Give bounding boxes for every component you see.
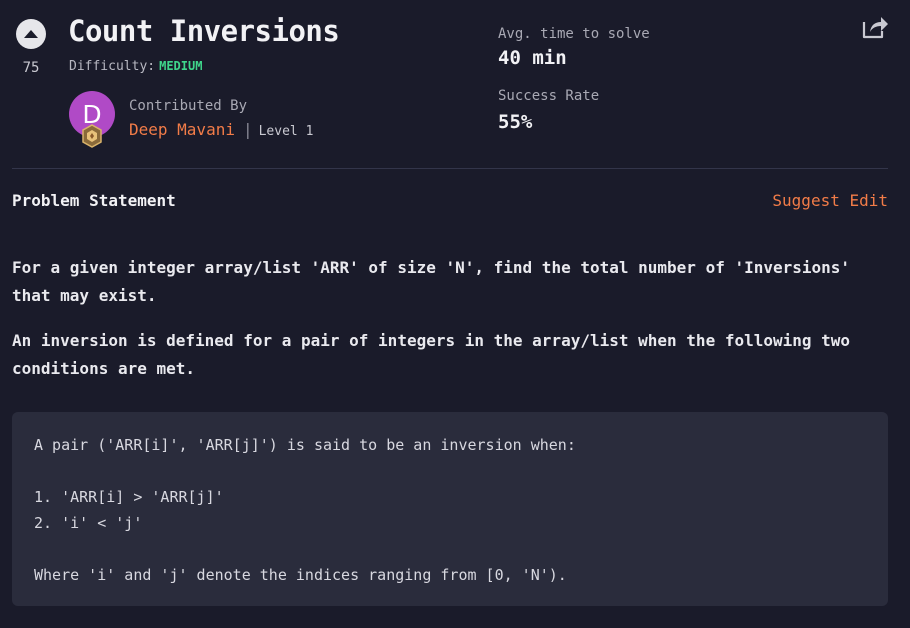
level-badge-icon	[82, 124, 102, 148]
avg-time-label: Avg. time to solve	[498, 26, 650, 42]
upvote-button[interactable]	[16, 19, 46, 49]
success-rate-label: Success Rate	[498, 88, 600, 104]
difficulty-value: MEDIUM	[159, 59, 203, 73]
statement-paragraph-1: For a given integer array/list 'ARR' of …	[12, 258, 851, 305]
contributor-level: Level 1	[258, 124, 314, 139]
difficulty-label: Difficulty:	[69, 59, 156, 74]
code-line: 1. 'ARR[i] > 'ARR[j]'	[34, 488, 224, 506]
contributor-avatar[interactable]: D	[69, 91, 117, 148]
contributor-separator: |	[242, 120, 253, 139]
suggest-edit-link[interactable]: Suggest Edit	[772, 191, 888, 210]
avg-time-value: 40 min	[498, 47, 567, 69]
success-rate-value: 55%	[498, 111, 533, 133]
problem-page: 75 Count Inversions Difficulty: MEDIUM D …	[0, 0, 910, 628]
share-button[interactable]	[861, 14, 889, 40]
share-icon	[862, 17, 888, 39]
contributor-info: Deep Mavani | Level 1	[129, 120, 313, 139]
definition-code-block: A pair ('ARR[i]', 'ARR[j]') is said to b…	[12, 412, 888, 606]
problem-statement-heading: Problem Statement	[12, 191, 176, 210]
difficulty: Difficulty: MEDIUM	[69, 59, 202, 74]
upvote-arrow-icon	[24, 30, 38, 38]
contributor-name-link[interactable]: Deep Mavani	[129, 120, 235, 139]
code-line: Where 'i' and 'j' denote the indices ran…	[34, 566, 567, 584]
problem-title: Count Inversions	[68, 14, 340, 48]
code-line: 2. 'i' < 'j'	[34, 514, 143, 532]
statement-paragraph-2: An inversion is defined for a pair of in…	[12, 331, 851, 378]
vote-count: 75	[22, 60, 40, 76]
code-line: A pair ('ARR[i]', 'ARR[j]') is said to b…	[34, 436, 576, 454]
contributed-by-label: Contributed By	[129, 98, 248, 114]
header-divider	[12, 168, 888, 169]
